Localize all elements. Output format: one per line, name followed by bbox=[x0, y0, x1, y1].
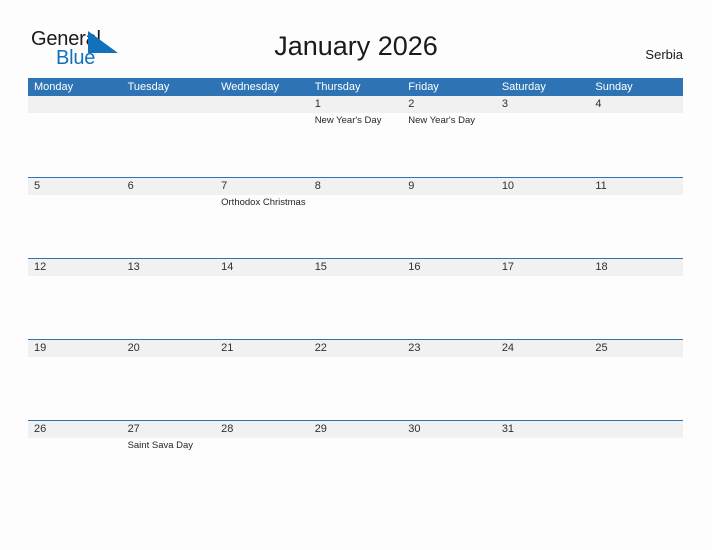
calendar-week-row: 1 New Year's Day 2 New Year's Day 3 4 bbox=[28, 96, 683, 177]
day-cell-26[interactable]: 26 bbox=[28, 421, 122, 502]
page-header: General Blue January 2026 Serbia bbox=[0, 0, 712, 78]
day-events: New Year's Day bbox=[408, 115, 496, 128]
week-cells: 1 New Year's Day 2 New Year's Day 3 4 bbox=[28, 96, 683, 177]
calendar-week-row: 12 13 14 15 16 17 18 bbox=[28, 258, 683, 339]
weekday-header-wednesday: Wednesday bbox=[221, 81, 280, 93]
calendar-weeks: 1 New Year's Day 2 New Year's Day 3 4 5 6 7 Ortho… bbox=[28, 96, 683, 501]
day-cell-empty bbox=[28, 96, 122, 177]
weekday-header-saturday: Saturday bbox=[501, 81, 546, 93]
day-cell-29[interactable]: 29 bbox=[309, 421, 403, 502]
day-number: 12 bbox=[34, 261, 47, 273]
day-cell-21[interactable]: 21 bbox=[215, 340, 309, 421]
day-cell-30[interactable]: 30 bbox=[402, 421, 496, 502]
day-cell-27[interactable]: 27 Saint Sava Day bbox=[122, 421, 216, 502]
weekday-header-sunday: Sunday bbox=[595, 81, 633, 93]
day-number: 11 bbox=[595, 180, 607, 192]
day-number: 15 bbox=[314, 261, 327, 273]
day-number: 26 bbox=[34, 423, 47, 435]
day-number: 9 bbox=[408, 180, 415, 192]
holiday-label: Saint Sava Day bbox=[127, 440, 194, 451]
day-number: 14 bbox=[221, 261, 234, 273]
day-cell-11[interactable]: 11 bbox=[589, 178, 683, 259]
day-cell-4[interactable]: 4 bbox=[589, 96, 683, 177]
page-title: January 2026 bbox=[274, 31, 438, 61]
weekday-header-friday: Friday bbox=[408, 81, 439, 93]
day-number: 20 bbox=[127, 342, 140, 354]
day-number: 22 bbox=[314, 342, 327, 354]
day-cell-8[interactable]: 8 bbox=[309, 178, 403, 259]
day-cell-15[interactable]: 15 bbox=[309, 259, 403, 340]
day-number: 5 bbox=[34, 180, 41, 192]
day-number: 19 bbox=[34, 342, 47, 354]
week-cells: 5 6 7 Orthodox Christmas 8 9 10 11 bbox=[28, 178, 683, 259]
day-cell-12[interactable]: 12 bbox=[28, 259, 122, 340]
day-cell-1[interactable]: 1 New Year's Day bbox=[309, 96, 403, 177]
day-number: 7 bbox=[221, 180, 228, 192]
day-cell-31[interactable]: 31 bbox=[496, 421, 590, 502]
day-number: 4 bbox=[595, 98, 602, 110]
day-cell-19[interactable]: 19 bbox=[28, 340, 122, 421]
day-cell-3[interactable]: 3 bbox=[496, 96, 590, 177]
holiday-label: Orthodox Christmas bbox=[221, 197, 306, 208]
day-number: 18 bbox=[595, 261, 608, 273]
week-cells: 26 27 Saint Sava Day 28 29 30 31 bbox=[28, 421, 683, 502]
day-number: 27 bbox=[127, 423, 140, 435]
day-number: 29 bbox=[314, 423, 327, 435]
day-cell-25[interactable]: 25 bbox=[589, 340, 683, 421]
day-number: 31 bbox=[501, 423, 515, 435]
day-number: 30 bbox=[408, 423, 421, 435]
day-cell-2[interactable]: 2 New Year's Day bbox=[402, 96, 496, 177]
weekday-header-tuesday: Tuesday bbox=[127, 81, 170, 93]
day-number: 6 bbox=[127, 180, 134, 192]
day-number: 3 bbox=[501, 98, 508, 110]
day-cell-20[interactable]: 20 bbox=[122, 340, 216, 421]
day-cell-10[interactable]: 10 bbox=[496, 178, 590, 259]
day-number: 10 bbox=[501, 180, 515, 192]
day-events: Saint Sava Day bbox=[128, 440, 216, 453]
day-cell-28[interactable]: 28 bbox=[215, 421, 309, 502]
day-cell-18[interactable]: 18 bbox=[589, 259, 683, 340]
day-cell-24[interactable]: 24 bbox=[496, 340, 590, 421]
calendar-week-row: 19 20 21 22 23 24 25 bbox=[28, 339, 683, 420]
day-number: 8 bbox=[314, 180, 321, 192]
day-number: 21 bbox=[221, 342, 234, 354]
day-events: New Year's Day bbox=[315, 115, 403, 128]
day-cell-17[interactable]: 17 bbox=[496, 259, 590, 340]
day-cell-empty bbox=[215, 96, 309, 177]
day-cell-22[interactable]: 22 bbox=[309, 340, 403, 421]
day-cell-13[interactable]: 13 bbox=[122, 259, 216, 340]
day-number: 28 bbox=[221, 423, 234, 435]
country-label: Serbia bbox=[645, 47, 683, 62]
calendar-week-row: 5 6 7 Orthodox Christmas 8 9 10 11 bbox=[28, 177, 683, 258]
week-cells: 19 20 21 22 23 24 25 bbox=[28, 340, 683, 421]
weekday-header-row: Monday Tuesday Wednesday Thursday Friday Satu… bbox=[28, 78, 683, 96]
day-cell-6[interactable]: 6 bbox=[122, 178, 216, 259]
holiday-label: New Year's Day bbox=[314, 115, 382, 126]
day-number: 23 bbox=[408, 342, 421, 354]
day-cell-14[interactable]: 14 bbox=[215, 259, 309, 340]
week-cells: 12 13 14 15 16 17 18 bbox=[28, 259, 683, 340]
day-number: 25 bbox=[595, 342, 608, 354]
holiday-label: New Year's Day bbox=[408, 115, 476, 126]
day-number: 1 bbox=[314, 98, 321, 110]
calendar-week-row: 26 27 Saint Sava Day 28 29 30 31 bbox=[28, 420, 683, 501]
weekday-header-thursday: Thursday bbox=[314, 81, 361, 93]
day-number: 17 bbox=[501, 261, 515, 273]
day-number: 13 bbox=[127, 261, 140, 273]
day-number: 24 bbox=[501, 342, 515, 354]
day-cell-9[interactable]: 9 bbox=[402, 178, 496, 259]
day-number: 2 bbox=[408, 98, 415, 110]
day-cell-empty bbox=[589, 421, 683, 502]
day-cell-empty bbox=[122, 96, 216, 177]
day-cell-5[interactable]: 5 bbox=[28, 178, 122, 259]
day-cell-16[interactable]: 16 bbox=[402, 259, 496, 340]
day-number: 16 bbox=[408, 261, 421, 273]
day-events: Orthodox Christmas bbox=[221, 197, 309, 210]
day-cell-7[interactable]: 7 Orthodox Christmas bbox=[215, 178, 309, 259]
day-cell-23[interactable]: 23 bbox=[402, 340, 496, 421]
weekday-header-monday: Monday bbox=[34, 81, 74, 93]
calendar-grid: Monday Tuesday Wednesday Thursday Friday Satu… bbox=[28, 78, 683, 501]
